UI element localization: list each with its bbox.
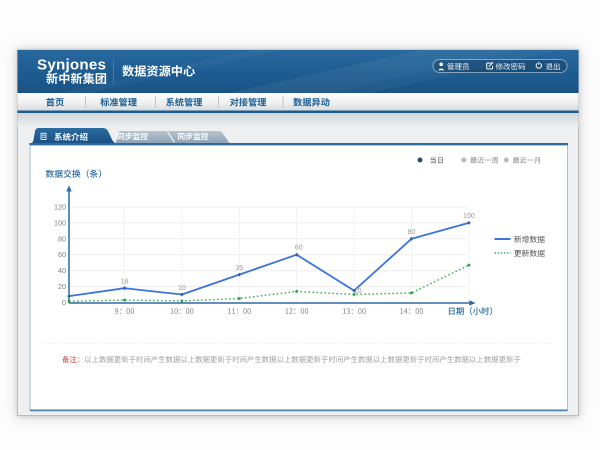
svg-text:18: 18: [121, 279, 129, 286]
svg-text:100: 100: [54, 218, 66, 227]
svg-text:Synjones: Synjones: [37, 57, 106, 74]
svg-text:35: 35: [235, 265, 243, 272]
svg-text:10: 10: [354, 288, 362, 295]
svg-text:0: 0: [62, 298, 66, 307]
svg-text:80: 80: [58, 234, 66, 243]
svg-text:20: 20: [58, 282, 66, 291]
svg-text:60: 60: [58, 250, 66, 259]
svg-text:10: 10: [178, 285, 186, 292]
svg-text:80: 80: [408, 229, 416, 236]
svg-text:120: 120: [54, 203, 66, 212]
svg-text:40: 40: [58, 266, 66, 275]
svg-text:100: 100: [463, 213, 475, 220]
svg-text:60: 60: [295, 245, 303, 252]
